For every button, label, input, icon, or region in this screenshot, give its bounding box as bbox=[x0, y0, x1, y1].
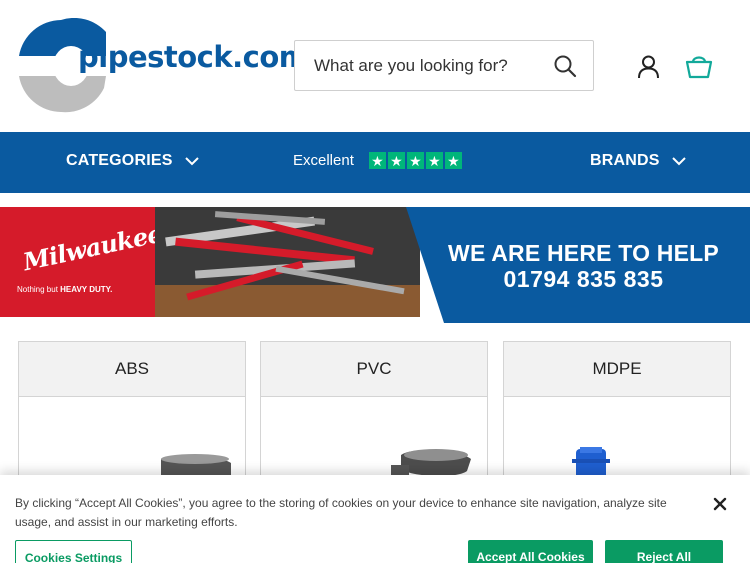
site-logo[interactable]: pipestock.com bbox=[16, 17, 309, 114]
trust-label: Excellent bbox=[293, 152, 354, 169]
reject-cookies-button[interactable]: Reject All bbox=[605, 540, 723, 563]
category-card-title: MDPE bbox=[504, 342, 730, 397]
basket-icon[interactable] bbox=[685, 53, 713, 79]
category-card-title: PVC bbox=[261, 342, 487, 397]
search-input[interactable] bbox=[295, 55, 540, 76]
milwaukee-tagline: Nothing but HEAVY DUTY. bbox=[17, 285, 113, 294]
chevron-down-icon bbox=[184, 157, 199, 166]
page: pipestock.com CATEGORIES Excellent bbox=[0, 0, 750, 563]
star-icon: ★ bbox=[387, 152, 405, 169]
milwaukee-panel: Milwaukee Nothing but HEAVY DUTY. bbox=[0, 207, 165, 317]
search-box[interactable] bbox=[294, 40, 594, 91]
search-icon[interactable] bbox=[553, 54, 577, 78]
milwaukee-logo: Milwaukee bbox=[20, 218, 165, 277]
trustpilot-rating[interactable]: Excellent ★ ★ ★ ★ ★ bbox=[293, 152, 462, 169]
trust-stars: ★ ★ ★ ★ ★ bbox=[368, 152, 462, 169]
nav-brands[interactable]: BRANDS bbox=[590, 152, 686, 170]
promo-banner[interactable]: Milwaukee Nothing but HEAVY DUTY. WE ARE… bbox=[0, 207, 750, 323]
logo-text: pipestock.com bbox=[78, 40, 309, 74]
cookie-text: By clicking “Accept All Cookies”, you ag… bbox=[15, 496, 667, 529]
help-panel: WE ARE HERE TO HELP 01794 835 835 bbox=[406, 207, 750, 323]
nav-categories-label: CATEGORIES bbox=[66, 152, 173, 169]
site-header: pipestock.com bbox=[0, 0, 750, 132]
accept-cookies-button[interactable]: Accept All Cookies bbox=[468, 540, 593, 563]
star-icon: ★ bbox=[425, 152, 443, 169]
user-icon[interactable] bbox=[637, 55, 660, 79]
nav-brands-label: BRANDS bbox=[590, 152, 660, 169]
star-icon: ★ bbox=[444, 152, 462, 169]
tools-image bbox=[155, 207, 420, 317]
wrenches-image bbox=[155, 207, 420, 317]
cookie-banner: By clicking “Accept All Cookies”, you ag… bbox=[0, 475, 750, 563]
help-phone[interactable]: 01794 835 835 bbox=[406, 266, 750, 293]
chevron-down-icon bbox=[671, 157, 686, 166]
star-icon: ★ bbox=[406, 152, 424, 169]
nav-categories[interactable]: CATEGORIES bbox=[66, 152, 199, 170]
main-nav: CATEGORIES Excellent ★ ★ ★ ★ ★ BRANDS bbox=[0, 132, 750, 193]
close-icon[interactable] bbox=[711, 495, 729, 513]
category-card-title: ABS bbox=[19, 342, 245, 397]
help-title: WE ARE HERE TO HELP bbox=[448, 240, 719, 266]
star-icon: ★ bbox=[368, 152, 386, 169]
cookies-settings-button[interactable]: Cookies Settings bbox=[15, 540, 132, 563]
